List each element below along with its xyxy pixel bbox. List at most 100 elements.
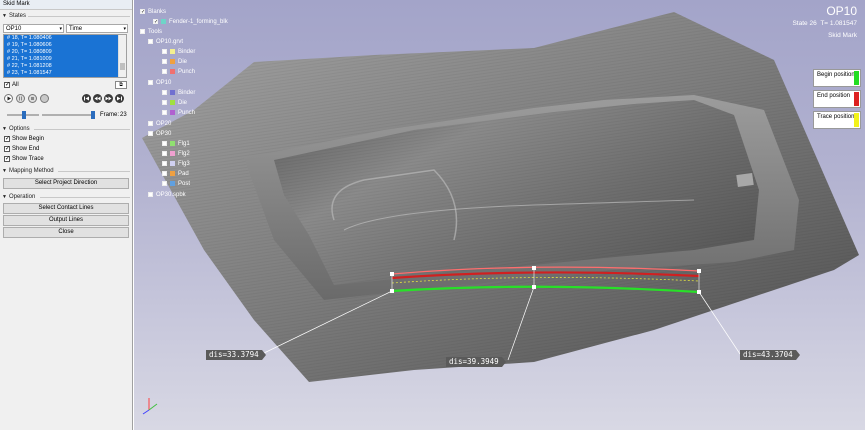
options-section-header[interactable]: ▼ Options (0, 125, 132, 134)
axis-triad-icon (142, 398, 158, 415)
tree-die[interactable]: Die (162, 58, 187, 66)
tree-punch[interactable]: Punch (162, 68, 195, 76)
color-swatch (170, 160, 175, 166)
tree-checkbox[interactable] (140, 28, 145, 34)
pause-icon (19, 96, 22, 101)
list-scrollbar[interactable] (118, 35, 126, 77)
fender-notch (736, 172, 754, 188)
close-button[interactable]: Close (3, 227, 129, 238)
panel-title: Skid Mark (0, 0, 132, 10)
tree-op10[interactable]: OP10 (148, 79, 171, 87)
tree-die[interactable]: Die (162, 99, 187, 107)
tree-op20[interactable]: OP20 (148, 120, 171, 128)
list-item[interactable]: # 21, T= 1.081009 (4, 56, 119, 63)
record-button[interactable] (40, 94, 49, 103)
tree-checkbox[interactable] (162, 160, 167, 166)
all-checkbox[interactable]: ✓ (4, 82, 10, 88)
mode-select[interactable]: Time ▾ (66, 24, 128, 33)
next-frame-button[interactable] (104, 94, 113, 103)
pause-button[interactable] (16, 94, 25, 103)
operation-section-header[interactable]: ▼ Operation (0, 193, 132, 202)
tree-checkbox[interactable] (148, 191, 153, 197)
list-item[interactable]: # 18, T= 1.080406 (4, 35, 119, 42)
tree-punch[interactable]: Punch (162, 109, 195, 117)
tree-blanks[interactable]: ✓ Blanks (140, 8, 166, 16)
state-list[interactable]: # 18, T= 1.080406 # 19, T= 1.080606 # 20… (3, 34, 127, 78)
tree-flg3[interactable]: Flg3 (162, 160, 190, 168)
distance-label: dis=33.3794 (206, 350, 266, 360)
tree-flg2[interactable]: Flg2 (162, 150, 190, 158)
show-trace-checkbox[interactable]: ✓ (4, 156, 10, 162)
rewind-icon (94, 96, 101, 101)
tree-checkbox[interactable] (162, 150, 167, 156)
tree-binder[interactable]: Binder (162, 48, 195, 56)
select-project-direction-button[interactable]: Select Project Direction (3, 178, 129, 189)
legend-end: End position (813, 90, 861, 108)
tree-post[interactable]: Post (162, 180, 190, 188)
output-lines-button[interactable]: Output Lines (3, 215, 129, 226)
tree-checkbox[interactable] (162, 89, 167, 95)
tree-checkbox[interactable] (148, 79, 153, 85)
color-swatch (170, 99, 175, 105)
show-begin-label: Show Begin (12, 136, 45, 142)
distance-label: dis=43.3704 (740, 350, 800, 360)
chevron-down-icon: ▾ (123, 26, 126, 32)
tree-op30[interactable]: OP30 (148, 130, 171, 138)
frame-slider[interactable] (42, 114, 94, 116)
scrollbar-thumb[interactable] (120, 63, 125, 70)
frame-slider-handle[interactable] (91, 111, 95, 119)
color-swatch (170, 170, 175, 176)
tree-checkbox[interactable]: ✓ (153, 18, 158, 24)
select-contact-lines-button[interactable]: Select Contact Lines (3, 203, 129, 214)
mapping-section-header[interactable]: ▼ Mapping Method (0, 167, 132, 176)
speed-slider-handle[interactable] (22, 111, 26, 119)
first-frame-button[interactable] (82, 94, 91, 103)
export-icon[interactable]: ⧉ (115, 81, 127, 89)
op-select[interactable]: OP10 ▾ (3, 24, 64, 33)
play-button[interactable] (4, 94, 13, 103)
tree-checkbox[interactable] (162, 170, 167, 176)
collapse-triangle-icon: ▼ (2, 168, 7, 174)
play-icon (7, 96, 11, 101)
tree-blank-item[interactable]: ✓ Fender-1_forming_blk (153, 18, 228, 26)
tree-checkbox[interactable] (162, 99, 167, 105)
tree-checkbox[interactable] (162, 109, 167, 115)
state-list-selection: # 18, T= 1.080406 # 19, T= 1.080606 # 20… (4, 35, 119, 77)
last-frame-button[interactable] (115, 94, 124, 103)
stop-button[interactable] (28, 94, 37, 103)
all-label: All (12, 82, 19, 88)
list-item[interactable]: # 19, T= 1.080606 (4, 42, 119, 49)
show-begin-checkbox[interactable]: ✓ (4, 136, 10, 142)
prev-frame-button[interactable] (93, 94, 102, 103)
list-item[interactable]: # 20, T= 1.080809 (4, 49, 119, 56)
tree-checkbox[interactable] (162, 48, 167, 54)
tree-checkbox[interactable]: ✓ (140, 8, 145, 14)
legend-swatch (854, 92, 859, 106)
tree-checkbox[interactable] (148, 120, 153, 126)
skid-mark-panel: Skid Mark ▼ States OP10 ▾ Time ▾ # 18, T= 1… (0, 0, 133, 430)
fast-forward-icon (105, 96, 112, 101)
3d-viewport[interactable]: ✓ Blanks ✓ Fender-1_forming_blk Tools OP10… (134, 0, 865, 430)
color-swatch (170, 150, 175, 156)
skip-first-icon (84, 96, 89, 101)
tree-pad[interactable]: Pad (162, 170, 189, 178)
tree-checkbox[interactable] (162, 68, 167, 74)
tree-flg1[interactable]: Flg1 (162, 140, 190, 148)
tree-checkbox[interactable] (162, 140, 167, 146)
tree-checkbox[interactable] (162, 58, 167, 64)
states-section-header[interactable]: ▼ States (0, 12, 132, 21)
tree-binder[interactable]: Binder (162, 89, 195, 97)
list-item[interactable]: # 22, T= 1.081208 (4, 63, 119, 70)
tree-checkbox[interactable] (148, 130, 153, 136)
time-label: T= 1.081547 (820, 20, 857, 27)
tree-op30spbk[interactable]: OP30.spbk (148, 191, 186, 199)
show-end-checkbox[interactable]: ✓ (4, 146, 10, 152)
tree-tools[interactable]: Tools (140, 28, 162, 36)
state-label: State 26 (792, 20, 817, 27)
tree-op10grvt[interactable]: OP10.grvt (148, 38, 183, 46)
section-divider (34, 129, 130, 130)
tree-checkbox[interactable] (148, 38, 153, 44)
position-legend: Begin position End position Trace positi… (813, 69, 861, 132)
tree-checkbox[interactable] (162, 180, 167, 186)
list-item[interactable]: # 23, T= 1.081547 (4, 70, 119, 77)
